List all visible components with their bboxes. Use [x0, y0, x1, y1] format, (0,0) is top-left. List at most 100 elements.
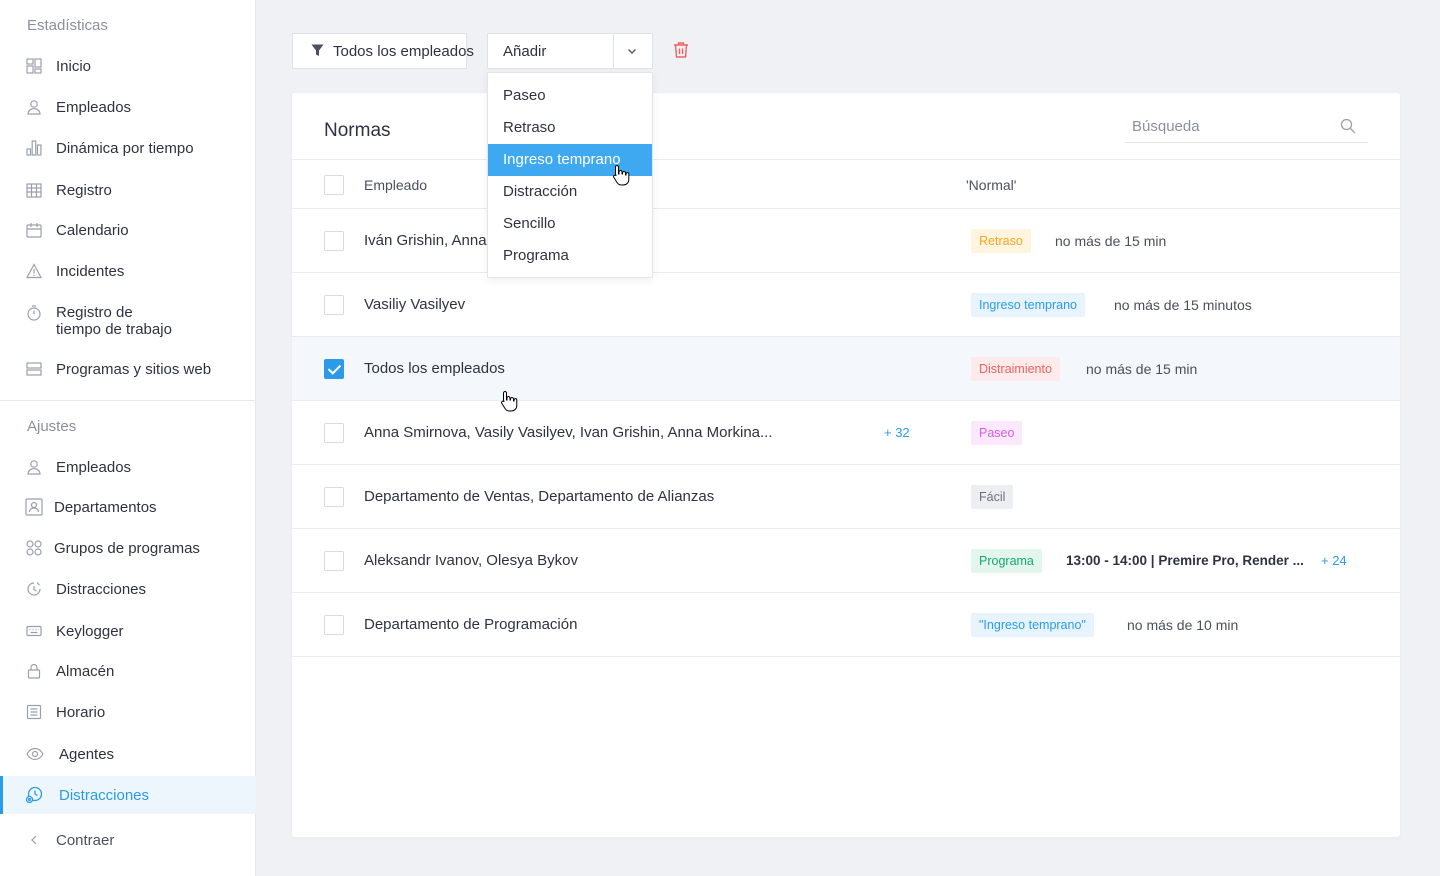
row-employee: Vasiliy Vasilyev [364, 296, 466, 313]
sidebar-item-label-line2: tiempo de trabajo [56, 321, 172, 338]
table-row[interactable]: Departamento de Ventas, Departamento de … [292, 465, 1400, 529]
norms-card: Normas Empleado 'Normal' Iván Grishin, A… [292, 93, 1400, 837]
norm-type-badge: Paseo [971, 421, 1023, 445]
row-employee: Todos los empleados [364, 360, 505, 377]
more-programs-link[interactable]: + 24 [1321, 553, 1347, 568]
sidebar-item-inicio[interactable]: Inicio [0, 47, 256, 85]
sidebar-item-label: Registro [56, 181, 112, 199]
table-row[interactable]: Aleksandr Ivanov, Olesya Bykov Programa … [292, 529, 1400, 593]
norm-value: 13:00 - 14:00 | Premire Pro, Render ... [1066, 553, 1304, 568]
user-icon [25, 458, 43, 476]
column-header-norm: 'Normal' [966, 177, 1017, 193]
sidebar-item-label: Almacén [56, 662, 115, 680]
norm-value: no más de 10 min [1127, 617, 1239, 633]
sidebar-item-incidentes[interactable]: Incidentes [0, 252, 256, 290]
sidebar-item-agentes[interactable]: Agentes [0, 735, 256, 773]
sidebar-item-ajustes-empleados[interactable]: Empleados [0, 448, 256, 486]
sidebar-item-distracciones-active[interactable]: Distracciones [0, 776, 256, 814]
sidebar-item-label: Empleados [56, 98, 132, 116]
norm-type-badge: Retraso [971, 229, 1031, 253]
table-row[interactable]: Anna Smirnova, Vasily Vasilyev, Ivan Gri… [292, 401, 1400, 465]
user-icon [25, 98, 43, 116]
sidebar: Estadísticas Inicio Empleados Dinámica p… [0, 0, 256, 876]
row-checkbox-checked[interactable] [324, 359, 344, 379]
row-checkbox[interactable] [324, 551, 344, 571]
dropdown-item-paseo[interactable]: Paseo [488, 80, 652, 112]
eye-icon [26, 745, 44, 763]
column-header-employee: Empleado [364, 177, 428, 193]
stats-section-title: Estadísticas [27, 17, 108, 34]
sidebar-item-programas[interactable]: Programas y sitios web [0, 350, 256, 388]
sidebar-item-label: Dinámica por tiempo [56, 139, 194, 157]
sidebar-item-dinamica[interactable]: Dinámica por tiempo [0, 129, 256, 167]
clock-distraction-icon [25, 580, 43, 598]
row-employee: Iván Grishin, Anna [364, 232, 487, 249]
sidebar-item-label: Inicio [56, 57, 92, 75]
row-employee: Departamento de Programación [364, 616, 578, 633]
norm-type-badge: Programa [971, 549, 1042, 573]
sidebar-item-label: Agentes [59, 745, 115, 763]
dropdown-item-programa[interactable]: Programa [488, 240, 652, 272]
table-header: Empleado 'Normal' [292, 160, 1400, 208]
collapse-button[interactable]: Contraer [0, 821, 256, 859]
sidebar-item-almacen[interactable]: Almacén [0, 652, 256, 690]
table-row[interactable]: Iván Grishin, Anna Retraso no más de 15 … [292, 209, 1400, 273]
search-box[interactable] [1125, 113, 1368, 143]
table-row[interactable]: Departamento de Programación "Ingreso te… [292, 593, 1400, 657]
table-row[interactable]: Vasiliy Vasilyev Ingreso temprano no más… [292, 273, 1400, 337]
employee-filter-button[interactable]: Todos los empleados [292, 33, 474, 69]
row-employee: Aleksandr Ivanov, Olesya Bykov [364, 552, 578, 569]
more-employees-link[interactable]: + 32 [884, 425, 910, 440]
filter-label: Todos los empleados [333, 42, 474, 60]
stopwatch-icon [25, 304, 43, 322]
sidebar-divider [0, 400, 256, 401]
table-row[interactable]: Todos los empleados Distraimiento no más… [292, 337, 1400, 401]
row-checkbox[interactable] [324, 231, 344, 251]
norm-type-badge: Fácil [971, 485, 1014, 509]
sidebar-item-registro[interactable]: Registro [0, 171, 256, 209]
chevron-down-icon[interactable] [626, 44, 638, 61]
sidebar-item-calendario[interactable]: Calendario [0, 211, 256, 249]
row-checkbox[interactable] [324, 423, 344, 443]
layers-icon [25, 360, 43, 378]
app-groups-icon [25, 539, 43, 557]
sidebar-item-keylogger[interactable]: Keylogger [0, 612, 256, 650]
row-checkbox[interactable] [324, 487, 344, 507]
dashboard-icon [25, 57, 43, 75]
sidebar-item-label: Grupos de programas [54, 539, 200, 557]
row-checkbox[interactable] [324, 615, 344, 635]
search-input[interactable] [1132, 118, 1332, 135]
department-icon [25, 498, 43, 516]
select-all-checkbox[interactable] [324, 175, 344, 195]
warning-icon [25, 262, 43, 280]
sidebar-item-horario[interactable]: Horario [0, 693, 256, 731]
calendar-icon [25, 221, 43, 239]
lock-icon [25, 662, 43, 680]
sidebar-item-label: Programas y sitios web [56, 360, 212, 378]
sidebar-item-departamentos[interactable]: Departamentos [0, 488, 256, 526]
add-norm-select[interactable]: Añadir [487, 33, 653, 69]
trash-icon[interactable] [672, 41, 690, 64]
sidebar-item-grupos[interactable]: Grupos de programas [0, 529, 256, 567]
sidebar-item-label: Departamentos [54, 498, 157, 516]
sidebar-item-label: Empleados [56, 458, 132, 476]
bar-chart-icon [25, 139, 43, 157]
schedule-icon [25, 703, 43, 721]
row-checkbox[interactable] [324, 295, 344, 315]
norm-value: no más de 15 min [1055, 233, 1167, 249]
dropdown-item-retraso[interactable]: Retraso [488, 112, 652, 144]
hand-cursor-icon [613, 164, 630, 186]
chevron-left-icon [25, 831, 43, 849]
grid-calendar-icon [25, 181, 43, 199]
sidebar-item-empleados[interactable]: Empleados [0, 88, 256, 126]
norm-type-badge: Distraimiento [971, 357, 1060, 381]
add-select-label: Añadir [503, 43, 547, 60]
sidebar-item-label: Incidentes [56, 262, 125, 280]
collapse-label: Contraer [56, 831, 115, 849]
sidebar-item-label: Keylogger [56, 622, 124, 640]
dropdown-item-sencillo[interactable]: Sencillo [488, 208, 652, 240]
sidebar-item-distracciones[interactable]: Distracciones [0, 570, 256, 608]
search-icon[interactable] [1340, 118, 1356, 139]
sidebar-item-registro-tiempo[interactable]: Registro de tiempo de trabajo [0, 300, 256, 340]
select-separator [613, 34, 614, 68]
